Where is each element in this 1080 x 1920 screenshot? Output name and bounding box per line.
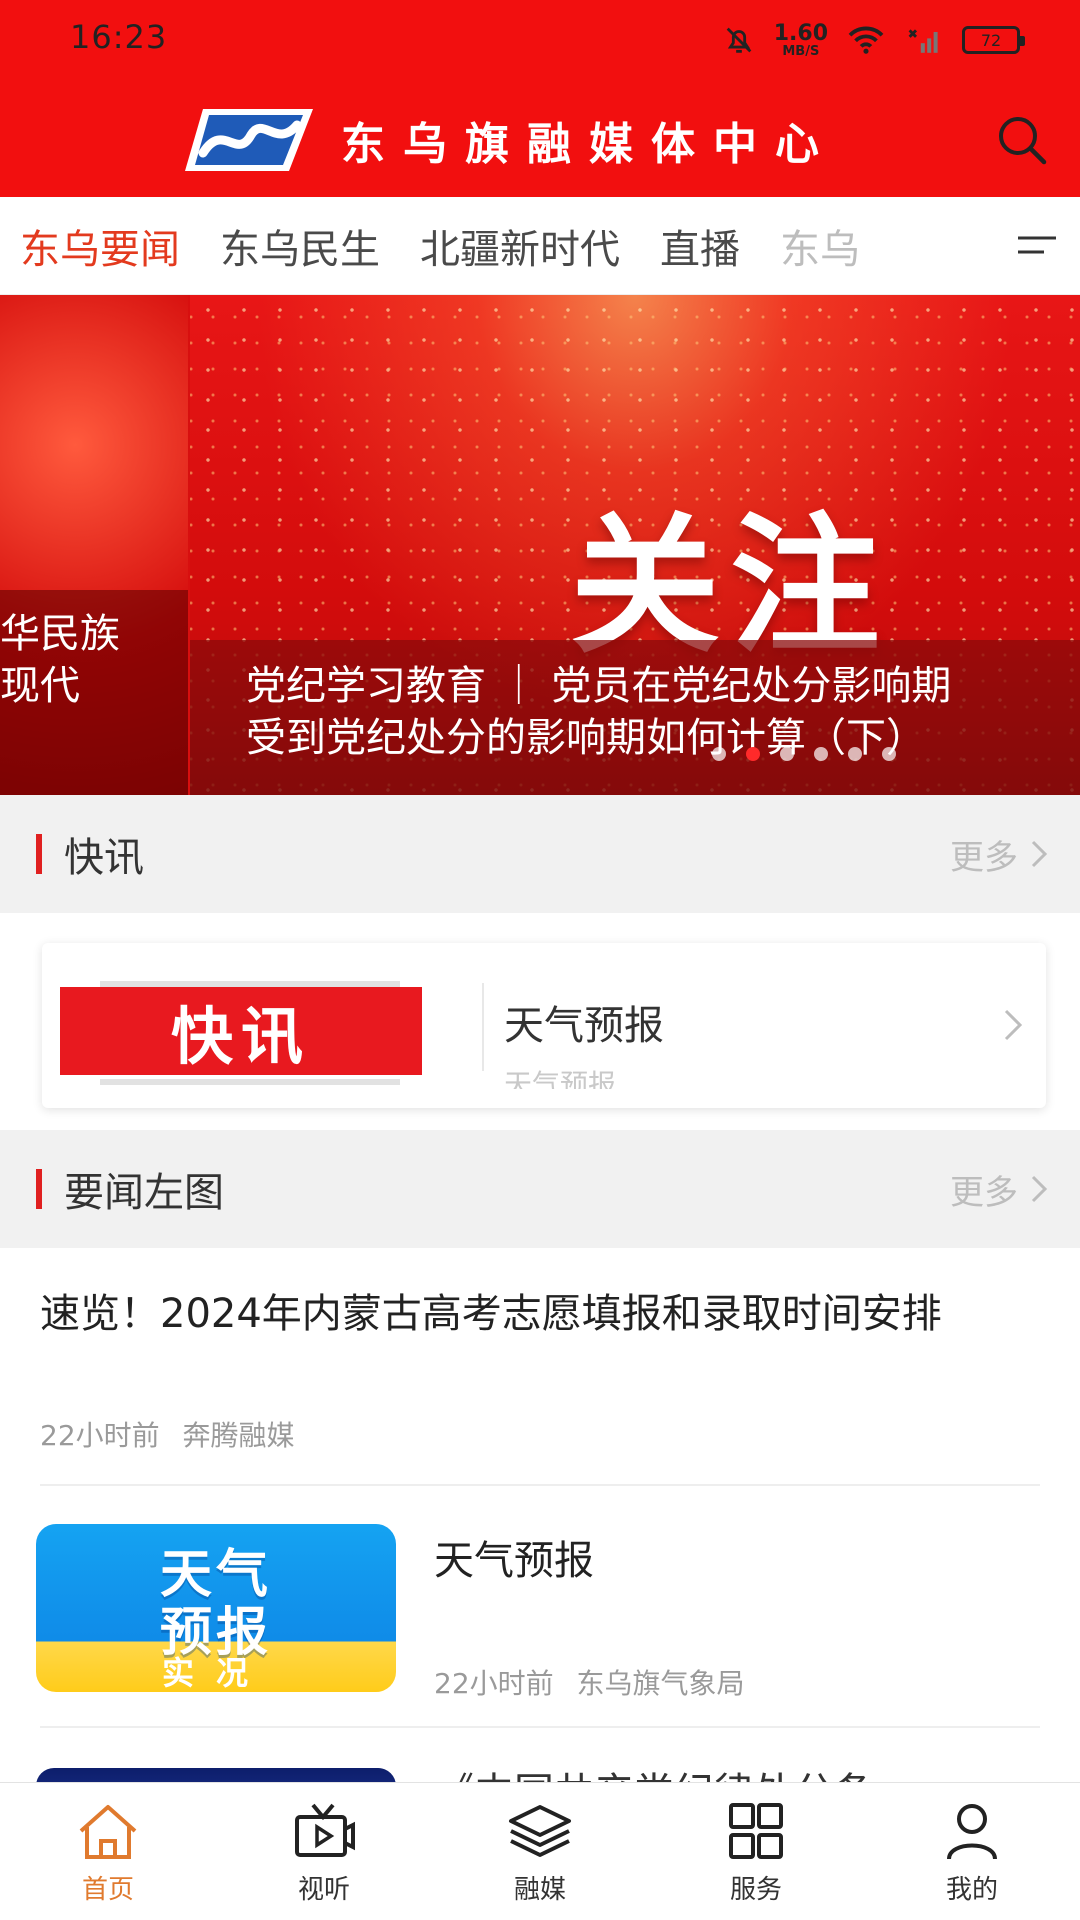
more-link-flash[interactable]: 更多 bbox=[950, 830, 1048, 879]
section-accent-bar bbox=[36, 834, 42, 874]
tab-dongwu-more[interactable]: 东乌 bbox=[780, 217, 860, 275]
banner-prev-caption-line1: 华民族 bbox=[0, 611, 120, 657]
section-accent-bar bbox=[36, 1169, 42, 1209]
top-header: 16:23 1.60 MB/S 72 东乌旗融媒体中心 bbox=[0, 0, 1080, 197]
more-link-news[interactable]: 更多 bbox=[950, 1165, 1048, 1214]
banner-prev-caption-line2: 现代 bbox=[0, 663, 80, 709]
flash-news-card[interactable]: 快讯 天气预报 天气预报 bbox=[42, 943, 1046, 1108]
search-icon[interactable] bbox=[994, 112, 1050, 168]
carousel-dot[interactable] bbox=[882, 747, 896, 761]
chevron-right-icon bbox=[1031, 840, 1048, 868]
section-title-news: 要闻左图 bbox=[64, 1170, 224, 1216]
flash-subtitle: 天气预报 bbox=[504, 1068, 617, 1089]
status-icons: 1.60 MB/S 72 bbox=[722, 18, 1025, 62]
banner-slide-current[interactable]: 关注 党纪学习教育 ｜ 党员在党纪处分影响期 受到党纪处分的影响期如何计算（下） bbox=[190, 295, 1080, 795]
status-time: 16:23 bbox=[70, 18, 168, 56]
news-item-title[interactable]: 天气预报 bbox=[434, 1528, 594, 1586]
banner-slide-previous[interactable]: 华民族 现代 bbox=[0, 295, 188, 795]
carousel-dots bbox=[712, 747, 896, 761]
battery-indicator: 72 bbox=[962, 26, 1025, 54]
nav-profile-label: 我的 bbox=[945, 1875, 998, 1905]
banner-caption: 党纪学习教育 ｜ 党员在党纪处分影响期 受到党纪处分的影响期如何计算（下） bbox=[190, 640, 1080, 795]
nav-rongmei[interactable]: 融媒 bbox=[432, 1783, 648, 1920]
section-header-news: 要闻左图 更多 bbox=[0, 1130, 1080, 1248]
more-label: 更多 bbox=[950, 837, 1018, 878]
home-icon bbox=[79, 1805, 137, 1859]
chevron-right-icon bbox=[1004, 1009, 1023, 1041]
tv-icon bbox=[295, 1803, 355, 1857]
carousel-dot-active[interactable] bbox=[746, 747, 760, 761]
tab-northern-new-era[interactable]: 北疆新时代 bbox=[420, 217, 620, 275]
mute-bell-icon bbox=[726, 27, 752, 53]
banner-prev-caption: 华民族 现代 bbox=[0, 590, 188, 795]
tab-dongwu-livelihood[interactable]: 东乌民生 bbox=[220, 217, 380, 275]
banner-caption-line1: 党纪学习教育 ｜ 党员在党纪处分影响期 bbox=[246, 663, 952, 709]
signal-icon bbox=[908, 29, 938, 53]
channel-tabs: 东乌要闻 东乌民生 北疆新时代 直播 东乌 bbox=[0, 197, 1080, 295]
net-speed: 1.60 MB/S bbox=[773, 20, 828, 59]
carousel-dot[interactable] bbox=[712, 747, 726, 761]
brand: 东乌旗融媒体中心 bbox=[185, 100, 837, 180]
nav-services[interactable]: 服务 bbox=[648, 1783, 864, 1920]
channel-menu-icon[interactable] bbox=[1016, 230, 1058, 260]
nav-media-label: 视听 bbox=[297, 1875, 350, 1905]
tab-live[interactable]: 直播 bbox=[660, 217, 740, 275]
news-item-meta: 22小时前 奔腾融媒 bbox=[40, 1414, 295, 1454]
carousel-dot[interactable] bbox=[814, 747, 828, 761]
news-item-meta: 22小时前 东乌旗气象局 bbox=[434, 1662, 745, 1702]
user-icon bbox=[947, 1804, 997, 1860]
layers-icon bbox=[509, 1805, 571, 1857]
nav-services-label: 服务 bbox=[729, 1875, 782, 1905]
status-bar: 16:23 1.60 MB/S 72 bbox=[0, 0, 1080, 80]
battery-level: 72 bbox=[980, 30, 1002, 50]
banner-caption-line2: 受到党纪处分的影响期如何计算（下） bbox=[246, 715, 926, 761]
news-time: 22小时前 bbox=[40, 1419, 160, 1452]
flash-title: 天气预报 bbox=[504, 1003, 664, 1049]
banner-carousel[interactable]: 华民族 现代 关注 党纪学习教育 ｜ 党员在党纪处分影响期 受到党纪处分的影响期… bbox=[0, 295, 1080, 795]
nav-media[interactable]: 视听 bbox=[216, 1783, 432, 1920]
news-time: 22小时前 bbox=[434, 1667, 554, 1700]
news-source: 东乌旗气象局 bbox=[576, 1667, 745, 1700]
flash-badge: 快讯 bbox=[60, 987, 422, 1075]
logo-icon bbox=[185, 109, 313, 171]
list-divider bbox=[40, 1484, 1040, 1486]
wifi-icon bbox=[848, 26, 884, 54]
section-title-flash: 快讯 bbox=[64, 835, 144, 881]
chevron-right-icon bbox=[1031, 1175, 1048, 1203]
nav-profile[interactable]: 我的 bbox=[864, 1783, 1080, 1920]
nav-home[interactable]: 首页 bbox=[0, 1783, 216, 1920]
thumbnail-text-line3: 实况 bbox=[161, 1654, 270, 1692]
carousel-dot[interactable] bbox=[848, 747, 862, 761]
flash-divider bbox=[482, 983, 484, 1071]
news-item-title[interactable]: 速览！2024年内蒙古高考志愿填报和录取时间安排 bbox=[40, 1288, 1040, 1340]
news-source: 奔腾融媒 bbox=[182, 1419, 295, 1452]
list-divider bbox=[40, 1726, 1040, 1728]
section-header-flash: 快讯 更多 bbox=[0, 795, 1080, 913]
flash-thumbnail: 快讯 bbox=[60, 963, 458, 1091]
net-speed-unit: MB/S bbox=[782, 43, 820, 59]
more-label: 更多 bbox=[950, 1172, 1018, 1213]
app-title: 东乌旗融媒体中心 bbox=[341, 119, 837, 170]
bottom-navigation: 首页 视听 融媒 服务 我的 bbox=[0, 1782, 1080, 1920]
news-item-thumbnail[interactable]: 天气 预报 实况 bbox=[36, 1524, 396, 1692]
nav-rongmei-label: 融媒 bbox=[513, 1875, 566, 1905]
grid-icon bbox=[729, 1803, 783, 1859]
tab-dongwu-news[interactable]: 东乌要闻 bbox=[20, 217, 180, 275]
carousel-dot[interactable] bbox=[780, 747, 794, 761]
net-speed-value: 1.60 bbox=[773, 20, 828, 46]
nav-home-label: 首页 bbox=[81, 1875, 134, 1905]
